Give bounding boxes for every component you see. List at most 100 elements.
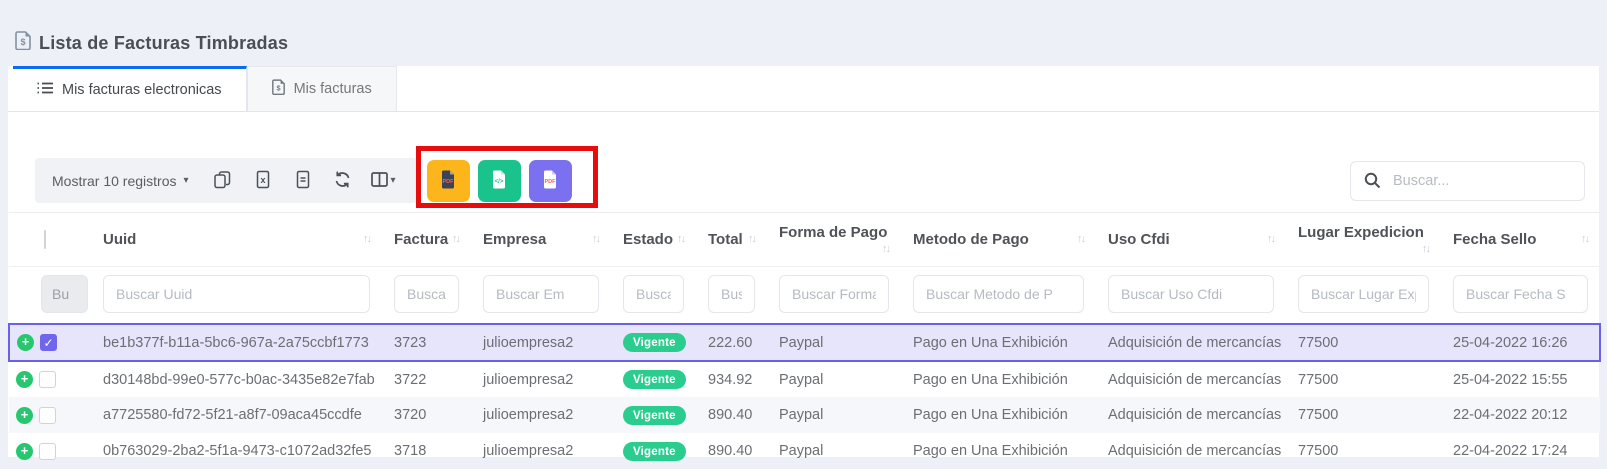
- cell-uuid: be1b377f-b11a-5bc6-967a-2a75ccbf1773: [91, 324, 382, 361]
- cell-total: 890.40: [696, 433, 767, 469]
- sort-icon[interactable]: ↑↓: [363, 233, 370, 245]
- cell-uuid: d30148bd-99e0-577c-b0ac-3435e82e7fab: [91, 361, 382, 397]
- filter-fecha-sello-input[interactable]: [1453, 275, 1588, 313]
- sort-icon[interactable]: ↑↓: [1077, 233, 1084, 245]
- column-visibility-button[interactable]: ▾: [363, 161, 403, 201]
- cell-fecha: 22-04-2022 17:24: [1441, 433, 1600, 469]
- pdf-file-icon: PDF: [540, 169, 560, 193]
- status-badge: Vigente: [623, 406, 686, 425]
- copy-button[interactable]: [203, 161, 243, 201]
- xml-file-icon: </>: [489, 169, 509, 193]
- column-header-metodo-de-pago[interactable]: Metodo de Pago↑↓: [901, 213, 1096, 267]
- expand-row-icon[interactable]: +: [17, 334, 34, 351]
- status-badge: Vigente: [623, 442, 686, 461]
- filter-uuid-input[interactable]: [103, 275, 370, 313]
- invoice-icon: $: [272, 79, 285, 99]
- cell-uuid: a7725580-fd72-5f21-a8f7-09aca45ccdfe: [91, 397, 382, 433]
- filter-metodo-de-pago-input[interactable]: [913, 275, 1084, 313]
- sort-icon[interactable]: ↑↓: [592, 233, 599, 245]
- cell-fecha: 22-04-2022 20:12: [1441, 397, 1600, 433]
- filter-total-input[interactable]: [708, 275, 755, 313]
- expand-row-icon[interactable]: +: [16, 371, 33, 388]
- cell-total: 934.92: [696, 361, 767, 397]
- column-header-lugar-expedicion[interactable]: Lugar Expedicion↑↓: [1286, 213, 1441, 267]
- export-pdf-yellow-button[interactable]: PDF: [427, 160, 470, 202]
- filter-select-input: [41, 275, 88, 313]
- sort-icon[interactable]: ↑↓: [1267, 233, 1274, 245]
- cell-factura: 3720: [382, 397, 471, 433]
- column-header-estado[interactable]: Estado↑↓: [611, 213, 696, 267]
- tab-label: Mis facturas: [294, 81, 372, 97]
- sort-icon[interactable]: ↑↓: [1422, 243, 1429, 255]
- sort-icon[interactable]: ↑↓: [452, 233, 459, 245]
- column-header-factura[interactable]: Factura↑↓: [382, 213, 471, 267]
- filter-lugar-expedicion-input[interactable]: [1298, 275, 1429, 313]
- sort-icon[interactable]: ↑↓: [748, 233, 755, 245]
- cell-lugar: 77500: [1286, 324, 1441, 361]
- export-pdf-purple-button[interactable]: PDF: [529, 160, 572, 202]
- tab-mis-facturas[interactable]: $ Mis facturas: [247, 66, 397, 111]
- filter-uso-cfdi-input[interactable]: [1108, 275, 1274, 313]
- tab-mis-facturas-electronicas[interactable]: Mis facturas electronicas: [13, 66, 247, 111]
- cell-factura: 3718: [382, 433, 471, 469]
- table-row[interactable]: + a7725580-fd72-5f21-a8f7-09aca45ccdfe 3…: [9, 397, 1600, 433]
- cell-factura: 3722: [382, 361, 471, 397]
- table-row[interactable]: + d30148bd-99e0-577c-b0ac-3435e82e7fab 3…: [9, 361, 1600, 397]
- sort-icon[interactable]: ↑↓: [1581, 233, 1588, 245]
- cell-lugar: 77500: [1286, 433, 1441, 469]
- column-header-total[interactable]: Total↑↓: [696, 213, 767, 267]
- column-header-uuid[interactable]: Uuid↑↓: [91, 213, 382, 267]
- search-icon: [1364, 172, 1381, 194]
- filter-empresa-input[interactable]: [483, 275, 599, 313]
- filter-estado-input[interactable]: [623, 275, 684, 313]
- cell-uso: Adquisición de mercancías: [1096, 324, 1286, 361]
- select-all-checkbox[interactable]: [44, 230, 46, 249]
- copy-icon: [213, 170, 232, 192]
- cell-uso: Adquisición de mercancías: [1096, 361, 1286, 397]
- filter-factura-input[interactable]: [394, 275, 459, 313]
- tab-label: Mis facturas electronicas: [62, 82, 222, 98]
- svg-text:x: x: [260, 175, 265, 185]
- search-input[interactable]: [1350, 161, 1585, 201]
- cell-forma: Paypal: [767, 397, 901, 433]
- filter-forma-de-pago-input[interactable]: [779, 275, 889, 313]
- datatable-button-bar: Mostrar 10 registros ▾ x: [35, 158, 417, 203]
- table-toolbar: Mostrar 10 registros ▾ x: [35, 158, 1585, 203]
- expand-row-icon[interactable]: +: [16, 407, 33, 424]
- column-header-forma-de-pago[interactable]: Forma de Pago↑↓: [767, 213, 901, 267]
- cell-metodo: Pago en Una Exhibición: [901, 324, 1096, 361]
- cell-empresa: julioempresa2: [471, 324, 611, 361]
- table-row[interactable]: +✓ be1b377f-b11a-5bc6-967a-2a75ccbf1773 …: [9, 324, 1600, 361]
- page-length-dropdown[interactable]: Mostrar 10 registros ▾: [52, 173, 189, 189]
- column-header-uso-cfdi[interactable]: Uso Cfdi↑↓: [1096, 213, 1286, 267]
- column-header-fecha-sello[interactable]: Fecha Sello↑↓: [1441, 213, 1600, 267]
- cell-uso: Adquisición de mercancías: [1096, 433, 1286, 469]
- svg-text:</>: </>: [495, 179, 504, 185]
- status-badge: Vigente: [623, 370, 686, 389]
- chevron-down-icon: ▾: [391, 175, 396, 186]
- refresh-button[interactable]: [323, 161, 363, 201]
- sort-icon[interactable]: ↑↓: [677, 233, 684, 245]
- invoices-table: Uuid↑↓ Factura↑↓ Empresa↑↓ Estado↑↓ Tota…: [8, 212, 1601, 469]
- tab-bar: Mis facturas electronicas $ Mis facturas: [8, 66, 1599, 112]
- cell-metodo: Pago en Una Exhibición: [901, 397, 1096, 433]
- refresh-icon: [333, 170, 352, 192]
- column-header-empresa[interactable]: Empresa↑↓: [471, 213, 611, 267]
- cell-empresa: julioempresa2: [471, 433, 611, 469]
- cell-forma: Paypal: [767, 361, 901, 397]
- status-badge: Vigente: [623, 333, 686, 352]
- row-checkbox[interactable]: [39, 371, 56, 388]
- export-file-button[interactable]: [283, 161, 323, 201]
- row-checkbox[interactable]: ✓: [40, 334, 57, 351]
- list-icon: [37, 81, 53, 99]
- excel-file-icon: x: [254, 170, 272, 192]
- sort-icon[interactable]: ↑↓: [882, 243, 889, 255]
- row-checkbox[interactable]: [39, 407, 56, 424]
- cell-total: 890.40: [696, 397, 767, 433]
- column-filter-row: [9, 267, 1600, 325]
- export-excel-button[interactable]: x: [243, 161, 283, 201]
- export-xml-green-button[interactable]: </>: [478, 160, 521, 202]
- table-row[interactable]: + 0b763029-2ba2-5f1a-9473-c1072ad32fe5 3…: [9, 433, 1600, 469]
- page-title: Lista de Facturas Timbradas: [39, 33, 288, 54]
- cell-fecha: 25-04-2022 16:26: [1441, 324, 1600, 361]
